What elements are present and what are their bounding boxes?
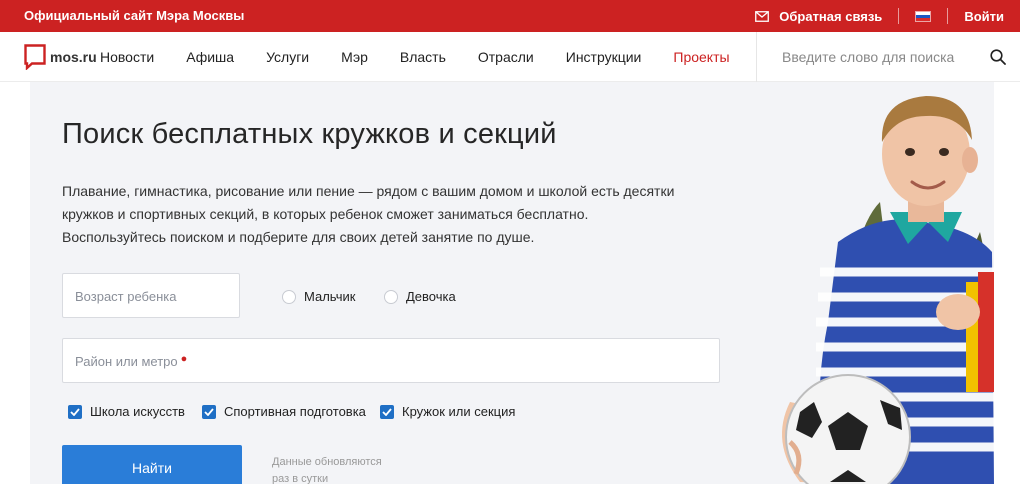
page-title: Поиск бесплатных кружков и секций [62, 118, 557, 150]
child-age-input[interactable]: Возраст ребенка [62, 273, 240, 318]
mos-logo[interactable]: mos.ru [24, 44, 97, 70]
boy-with-ball-photo [782, 96, 994, 484]
nav-item-instructions[interactable]: Инструкции [566, 49, 642, 65]
checkbox-label: Кружок или секция [402, 404, 516, 419]
checkbox-checked[interactable] [202, 404, 216, 419]
checkbox-checked[interactable] [380, 404, 394, 419]
nav-item-mayor[interactable]: Мэр [341, 49, 368, 65]
feedback-link[interactable]: Обратная связь [755, 9, 898, 24]
checkbox-label: Спортивная подготовка [224, 404, 366, 419]
checkbox-sport-training[interactable]: Спортивная подготовка [202, 404, 366, 419]
gender-radio-boy[interactable]: Мальчик [282, 289, 355, 304]
hero-section: Поиск бесплатных кружков и секций Плаван… [30, 82, 994, 484]
site-title[interactable]: Официальный сайт Мэра Москвы [24, 0, 244, 32]
feedback-label: Обратная связь [779, 8, 883, 24]
check-icon [70, 407, 80, 416]
login-link[interactable]: Войти [948, 9, 1020, 24]
search-input[interactable]: Введите слово для поиска [782, 32, 954, 82]
checkbox-checked[interactable] [68, 404, 82, 419]
language-flag-icon[interactable] [915, 10, 932, 22]
nav-item-sectors[interactable]: Отрасли [478, 49, 534, 65]
search-submit-button[interactable]: Найти [62, 445, 242, 484]
radio-label: Мальчик [304, 289, 356, 304]
nav-item-news[interactable]: Новости [100, 49, 154, 65]
nav-item-authority[interactable]: Власть [400, 49, 446, 65]
description-line: кружков и спортивных секций, в которых р… [62, 206, 589, 222]
nav-menu: Новости Афиша Услуги Мэр Власть Отрасли … [100, 32, 762, 82]
mail-icon [755, 10, 770, 22]
check-icon [204, 407, 214, 416]
speech-bubble-icon [24, 44, 46, 70]
hero-description: Плавание, гимнастика, рисование или пени… [62, 180, 722, 249]
radio-circle[interactable] [384, 289, 398, 304]
main-nav: mos.ru Новости Афиша Услуги Мэр Власть О… [0, 32, 1020, 82]
update-note: Данные обновляются раз в сутки [272, 454, 402, 484]
check-icon [382, 407, 392, 416]
top-bar-actions: Обратная связь Войти [755, 0, 1020, 32]
district-metro-input[interactable]: Район или метро ● [62, 338, 720, 383]
note-line: Данные обновляются [272, 456, 382, 468]
search-icon[interactable] [990, 49, 1006, 65]
district-placeholder: Район или метро ● [75, 353, 188, 369]
checkbox-art-school[interactable]: Школа искусств [68, 404, 185, 419]
description-line: Плавание, гимнастика, рисование или пени… [62, 183, 675, 199]
divider [898, 8, 900, 24]
checkbox-label: Школа искусств [90, 404, 185, 419]
gender-radio-girl[interactable]: Девочка [384, 289, 456, 304]
radio-circle[interactable] [282, 289, 296, 304]
top-bar: Официальный сайт Мэра Москвы Обратная св… [0, 0, 1020, 32]
description-line: Воспользуйтесь поиском и подберите для с… [62, 229, 535, 245]
logo-text: mos.ru [50, 49, 97, 65]
search-box[interactable]: Введите слово для поиска [756, 32, 1020, 82]
note-line: раз в сутки [272, 473, 329, 484]
checkbox-club-section[interactable]: Кружок или секция [380, 404, 515, 419]
required-marker: ● [180, 353, 188, 365]
radio-label: Девочка [406, 289, 456, 304]
nav-item-projects[interactable]: Проекты [673, 49, 729, 65]
nav-item-services[interactable]: Услуги [266, 49, 309, 65]
child-age-placeholder: Возраст ребенка [75, 289, 177, 304]
nav-item-afisha[interactable]: Афиша [186, 49, 234, 65]
